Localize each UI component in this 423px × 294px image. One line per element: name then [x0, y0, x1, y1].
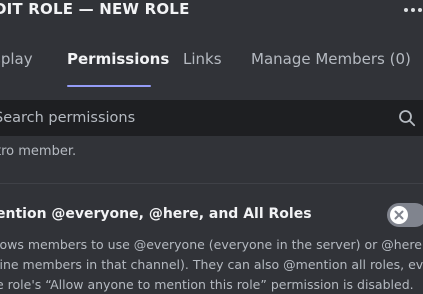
previous-permission-description: tro member. — [0, 144, 77, 159]
permission-description-line: lows members to use @everyone (everyone … — [0, 237, 423, 252]
page-title: DIT ROLE — NEW ROLE — [0, 0, 190, 18]
section-divider — [0, 183, 423, 184]
permission-description: lows members to use @everyone (everyone … — [0, 235, 423, 294]
tab-permissions[interactable]: Permissions — [67, 50, 169, 68]
tab-manage-members[interactable]: Manage Members (0) — [251, 50, 411, 68]
permission-description-line: line members in that channel). They can … — [0, 257, 423, 272]
permission-toggle[interactable] — [387, 203, 423, 227]
tab-display[interactable]: splay — [0, 50, 33, 68]
role-settings-panel: DIT ROLE — NEW ROLE splay Permissions Li… — [0, 0, 423, 294]
active-tab-indicator — [67, 85, 151, 87]
permission-title: ention @everyone, @here, and All Roles — [0, 206, 312, 222]
tab-bar: splay Permissions Links Manage Members (… — [0, 44, 423, 88]
search-input[interactable] — [0, 100, 389, 136]
search-icon[interactable] — [398, 109, 416, 127]
permission-description-line: e role's “Allow anyone to mention this r… — [0, 277, 414, 292]
x-icon — [394, 210, 404, 220]
toggle-knob — [390, 206, 408, 224]
more-options-icon[interactable] — [404, 8, 423, 14]
search-bar — [0, 100, 423, 136]
tab-links[interactable]: Links — [183, 50, 222, 68]
